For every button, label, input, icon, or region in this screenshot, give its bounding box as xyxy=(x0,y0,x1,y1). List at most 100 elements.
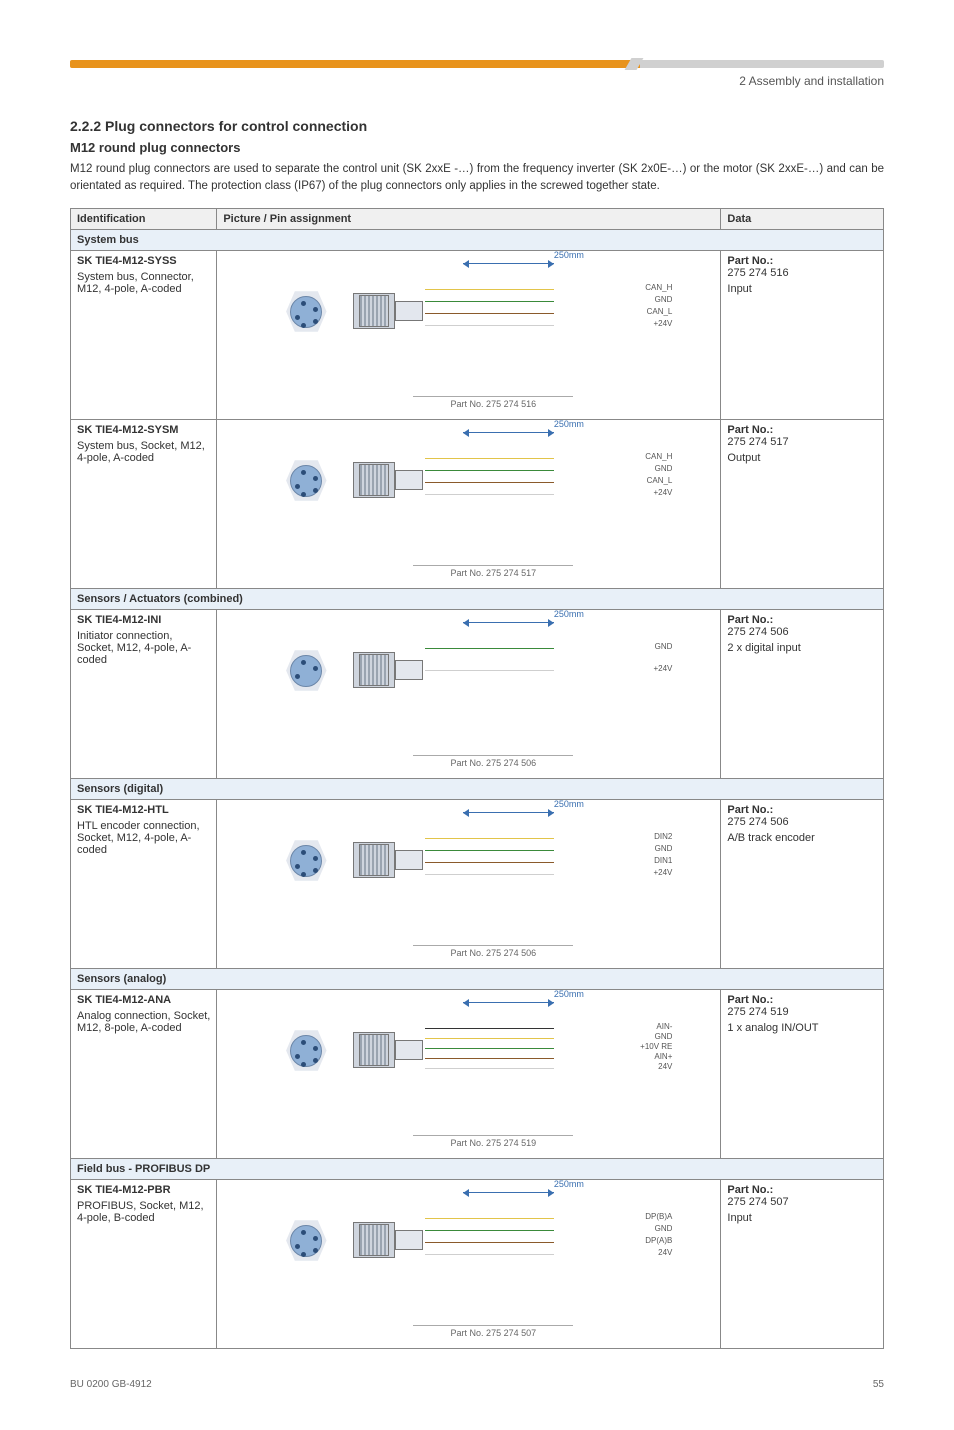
wire-label: +24V xyxy=(653,868,672,877)
wire-line: DIN2 xyxy=(463,838,554,839)
cell-data: Part No.:275 274 519 1 x analog IN/OUT xyxy=(721,989,884,1158)
wire-line: AIN+ xyxy=(463,1058,554,1059)
data-partno-label: Part No.: xyxy=(727,804,877,816)
wire-line: +24V xyxy=(463,670,554,671)
table-row: SK TIE4-M12-ANA Analog connection, Socket… xyxy=(71,989,884,1158)
data-partno-label: Part No.: xyxy=(727,255,877,267)
product-desc: Initiator connection, Socket, M12, 4-pol… xyxy=(77,630,210,666)
diagram-part-number: Part No. 275 274 519 xyxy=(413,1135,573,1148)
cell-data: Part No.:275 274 516Input xyxy=(721,250,884,419)
table-header-row: Identification Picture / Pin assignment … xyxy=(71,208,884,229)
wire-label: +10V RE xyxy=(640,1042,672,1051)
wire-label: GND xyxy=(655,642,673,651)
wire-label: AIN+ xyxy=(654,1052,672,1061)
category-row: Sensors / Actuators (combined) xyxy=(71,588,884,609)
connector-side-icon xyxy=(353,832,463,888)
wire-line: CAN_L xyxy=(463,482,554,483)
wire-label: GND xyxy=(655,1224,673,1233)
category-row: Field bus - PROFIBUS DP xyxy=(71,1158,884,1179)
wire-label: 24V xyxy=(658,1062,672,1071)
wire-line: +24V xyxy=(463,494,554,495)
wire-line: DP(B)A xyxy=(463,1218,554,1219)
data-value: Output xyxy=(727,452,877,464)
table-row: SK TIE4-M12-PBRPROFIBUS, Socket, M12, 4-… xyxy=(71,1179,884,1348)
wire-line: +10V RE xyxy=(463,1048,554,1049)
table-row: SK TIE4-M12-SYSSSystem bus, Connector, M… xyxy=(71,250,884,419)
dimension-label: 250mm xyxy=(554,799,584,809)
wire-line: GND xyxy=(463,1038,554,1039)
cell-picture: 250mmGND+24VPart No. 275 274 506 xyxy=(217,609,721,778)
wire-label: DP(A)B xyxy=(645,1236,672,1245)
cell-identification: SK TIE4-M12-SYSSSystem bus, Connector, M… xyxy=(71,250,217,419)
wire-label: DP(B)A xyxy=(645,1212,672,1221)
category-row: System bus xyxy=(71,229,884,250)
wire-line: 24V xyxy=(463,1254,554,1255)
wire-label: GND xyxy=(655,1032,673,1041)
connector-face-icon xyxy=(283,838,329,884)
product-desc: System bus, Connector, M12, 4-pole, A-co… xyxy=(77,271,210,295)
wire-line: GND xyxy=(463,648,554,649)
connector-face-icon xyxy=(283,458,329,504)
connector-table: Identification Picture / Pin assignment … xyxy=(70,208,884,1349)
wire-line: CAN_L xyxy=(463,313,554,314)
cell-identification: SK TIE4-M12-PBRPROFIBUS, Socket, M12, 4-… xyxy=(71,1179,217,1348)
th-data: Data xyxy=(721,208,884,229)
cell-picture: 250mmAIN-GND+10V REAIN+24VPart No. 275 2… xyxy=(217,989,721,1158)
category-row: Sensors (analog) xyxy=(71,968,884,989)
diagram-part-number: Part No. 275 274 506 xyxy=(413,755,573,768)
wire-label: CAN_H xyxy=(645,283,672,292)
category-label: Field bus - PROFIBUS DP xyxy=(71,1158,884,1179)
wire-label: DIN2 xyxy=(654,832,672,841)
cell-data: Part No.:275 274 517 Output xyxy=(721,419,884,588)
data-value: 1 x analog IN/OUT xyxy=(727,1022,877,1034)
data-partno-label: Part No.: xyxy=(727,994,877,1006)
wire-line: AIN- xyxy=(463,1028,554,1029)
table-row: SK TIE4-M12-HTL HTL encoder connection, S… xyxy=(71,799,884,968)
data-partno-value: 275 274 517 xyxy=(727,436,877,448)
wire-line: GND xyxy=(463,1230,554,1231)
data-value: Input xyxy=(727,1212,877,1224)
product-desc: System bus, Socket, M12, 4-pole, A-coded xyxy=(77,440,210,464)
dimension-label: 250mm xyxy=(554,419,584,429)
data-partno-label: Part No.: xyxy=(727,1184,877,1196)
cell-identification: SK TIE4-M12-INIInitiator connection, Soc… xyxy=(71,609,217,778)
footer-doc-id: BU 0200 GB-4912 xyxy=(70,1379,152,1390)
cell-data: Part No.:275 274 5062 x digital input xyxy=(721,609,884,778)
data-value: 2 x digital input xyxy=(727,642,877,654)
product-name: SK TIE4-M12-ANA xyxy=(77,994,210,1006)
page-footer: BU 0200 GB-4912 55 xyxy=(70,1379,884,1390)
product-desc: Analog connection, Socket, M12, 8-pole, … xyxy=(77,1010,210,1034)
table-row: SK TIE4-M12-INIInitiator connection, Soc… xyxy=(71,609,884,778)
data-partno-label: Part No.: xyxy=(727,614,877,626)
wire-label: CAN_L xyxy=(647,476,673,485)
cell-picture: 250mm DIN2 GND DIN1 +24V Part No. 275 274 506 xyxy=(217,799,721,968)
wire-label: +24V xyxy=(653,488,672,497)
wire-line: GND xyxy=(463,301,554,302)
category-label: System bus xyxy=(71,229,884,250)
th-identification: Identification xyxy=(71,208,217,229)
diagram-part-number: Part No. 275 274 506 xyxy=(413,945,573,958)
footer-page-number: 55 xyxy=(873,1379,884,1390)
product-name: SK TIE4-M12-HTL xyxy=(77,804,210,816)
data-partno-label: Part No.: xyxy=(727,424,877,436)
wire-label: GND xyxy=(655,295,673,304)
dimension-label: 250mm xyxy=(554,1179,584,1189)
cell-data: Part No.:275 274 506A/B track encoder xyxy=(721,799,884,968)
data-partno-value: 275 274 516 xyxy=(727,267,877,279)
connector-face-icon xyxy=(283,1028,329,1074)
cell-identification: SK TIE4-M12-HTL HTL encoder connection, S… xyxy=(71,799,217,968)
product-desc: HTL encoder connection, Socket, M12, 4-p… xyxy=(77,820,210,856)
data-value: A/B track encoder xyxy=(727,832,877,844)
connector-side-icon xyxy=(353,1212,463,1268)
data-partno-value: 275 274 519 xyxy=(727,1006,877,1018)
connector-face-icon xyxy=(283,648,329,694)
wire-label: GND xyxy=(655,844,673,853)
category-label: Sensors / Actuators (combined) xyxy=(71,588,884,609)
wire-line: CAN_H xyxy=(463,458,554,459)
wire-line: DIN1 xyxy=(463,862,554,863)
wire-line: +24V xyxy=(463,325,554,326)
dimension-label: 250mm xyxy=(554,250,584,260)
dimension-label: 250mm xyxy=(554,989,584,999)
wire-label: +24V xyxy=(653,664,672,673)
wire-label: DIN1 xyxy=(654,856,672,865)
